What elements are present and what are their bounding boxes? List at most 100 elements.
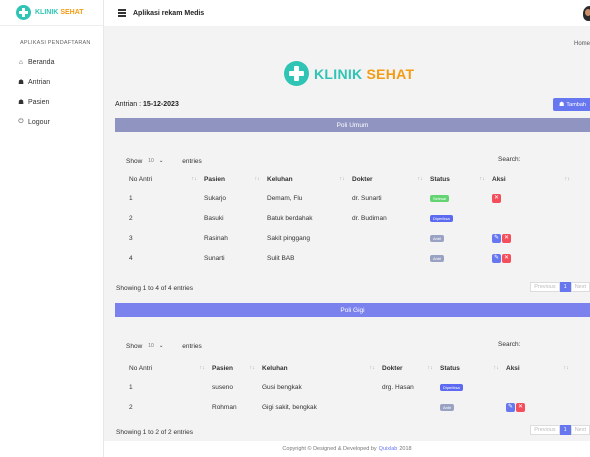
table-row: 4 Sunarti Sulit BAB Antri ✎ ✕ bbox=[126, 248, 574, 268]
footer-copyright: Copyright © Designed & Developed by bbox=[282, 446, 377, 452]
delete-button[interactable]: ✕ bbox=[516, 402, 525, 412]
cell-keluhan: Batuk berdahak bbox=[267, 214, 313, 222]
cell-keluhan: Demam, Flu bbox=[267, 194, 303, 202]
poli-umum-table: No Antri ↑↓ Pasien ↑↓ Keluhan ↑↓ Dokter ↑↓ S… bbox=[126, 171, 574, 268]
col-keluhan[interactable]: Keluhan ↑↓ bbox=[259, 360, 379, 377]
cell-pasien: Basuki bbox=[204, 214, 224, 222]
footer-link[interactable]: Quixlab bbox=[379, 446, 398, 452]
gigi-length-select[interactable]: 10 ⌄ bbox=[145, 341, 179, 351]
tambah-button[interactable]: ☗ Tambah bbox=[553, 98, 590, 111]
cell-aksi: ✕ bbox=[489, 188, 574, 208]
main-content: Home KLINIK SEHAT Antrian : 15-12-2023 ☗… bbox=[104, 26, 590, 441]
pagination-previous[interactable]: Previous bbox=[530, 282, 560, 292]
delete-button[interactable]: ✕ bbox=[502, 253, 511, 263]
cell-dokter: drg. Hasan bbox=[382, 383, 414, 391]
status-badge: Antri bbox=[440, 403, 455, 411]
sidebar-item-label: Logour bbox=[28, 118, 50, 126]
logo-sehat: SEHAT bbox=[366, 65, 415, 82]
header-label: No Antri bbox=[129, 176, 153, 183]
user-avatar[interactable] bbox=[583, 6, 590, 21]
col-keluhan[interactable]: Keluhan ↑↓ bbox=[264, 171, 349, 188]
sort-icon: ↑↓ bbox=[417, 176, 424, 182]
col-no-antri[interactable]: No Antri ↑↓ bbox=[126, 360, 209, 377]
cell-pasien: Sunarti bbox=[204, 254, 225, 262]
edit-button[interactable]: ✎ bbox=[492, 253, 501, 263]
antrian-date: Antrian : 15-12-2023 bbox=[115, 101, 179, 108]
pagination-page-1[interactable]: 1 bbox=[559, 282, 571, 292]
footer-year: 2018 bbox=[399, 446, 412, 452]
delete-button[interactable]: ✕ bbox=[492, 193, 501, 203]
col-aksi[interactable]: Aksi ↑↓ bbox=[489, 171, 574, 188]
sort-icon: ↑↓ bbox=[199, 365, 206, 371]
edit-button[interactable]: ✎ bbox=[506, 402, 515, 412]
cell-dokter: dr. Budiman bbox=[352, 214, 387, 222]
col-status[interactable]: Status ↑↓ bbox=[427, 171, 489, 188]
cell-pasien: Rasinah bbox=[204, 234, 228, 242]
cell-status: Selesai bbox=[427, 188, 489, 208]
col-pasien[interactable]: Pasien ↑↓ bbox=[209, 360, 259, 377]
table-header-row: No Antri ↑↓ Pasien ↑↓ Keluhan ↑↓ Dokter ↑↓ S… bbox=[126, 171, 574, 188]
sidebar-nav: ⌂ Beranda ☗ Antrian ☗ Pasien ⏻ Logour bbox=[0, 46, 103, 132]
gigi-length-control: Show 10 ⌄ entries bbox=[126, 341, 202, 351]
sidebar-item-antrian[interactable]: ☗ Antrian bbox=[0, 72, 103, 92]
col-no-antri[interactable]: No Antri ↑↓ bbox=[126, 171, 201, 188]
cell-keluhan: Sulit BAB bbox=[267, 254, 295, 262]
col-dokter[interactable]: Dokter ↑↓ bbox=[349, 171, 427, 188]
pagination-page-1[interactable]: 1 bbox=[559, 425, 571, 435]
sort-icon: ↑↓ bbox=[563, 365, 570, 371]
brand[interactable]: KLINIK SEHAT bbox=[0, 0, 103, 26]
cell-keluhan: Sakit pinggang bbox=[267, 234, 311, 242]
status-badge: Diperiksa bbox=[440, 383, 463, 391]
users-icon: ☗ bbox=[18, 79, 24, 86]
sort-icon: ↑↓ bbox=[191, 176, 198, 182]
pagination-next[interactable]: Next bbox=[570, 425, 590, 435]
cell-pasien: Sukarjo bbox=[204, 194, 227, 202]
status-badge: Selesai bbox=[430, 194, 450, 202]
sort-icon: ↑↓ bbox=[427, 365, 434, 371]
col-status[interactable]: Status ↑↓ bbox=[437, 360, 503, 377]
cell-aksi bbox=[489, 208, 574, 228]
sidebar-item-label: Antrian bbox=[28, 78, 51, 86]
add-user-icon: ☗ bbox=[559, 102, 565, 108]
topbar: Aplikasi rekam Medis bbox=[104, 0, 590, 26]
cell-no: 2 bbox=[129, 403, 133, 411]
sidebar-item-label: Pasien bbox=[28, 98, 50, 106]
sidebar-item-beranda[interactable]: ⌂ Beranda bbox=[0, 52, 103, 72]
users-icon: ☗ bbox=[18, 99, 24, 106]
header-label: Keluhan bbox=[267, 176, 293, 183]
header-label: Pasien bbox=[212, 365, 233, 372]
umum-search-label: Search: bbox=[498, 156, 521, 163]
entries-label: entries bbox=[182, 342, 202, 350]
breadcrumb[interactable]: Home bbox=[574, 41, 590, 47]
col-aksi[interactable]: Aksi ↑↓ bbox=[503, 360, 573, 377]
sidebar-item-logout[interactable]: ⏻ Logour bbox=[0, 112, 103, 132]
sort-icon: ↑↓ bbox=[564, 176, 571, 182]
col-dokter[interactable]: Dokter ↑↓ bbox=[379, 360, 437, 377]
logo-klinik: KLINIK bbox=[314, 65, 363, 82]
header-label: Status bbox=[440, 365, 460, 372]
chevron-down-icon: ⌄ bbox=[158, 158, 164, 164]
sidebar-item-pasien[interactable]: ☗ Pasien bbox=[0, 92, 103, 112]
cell-status: Diperiksa bbox=[437, 377, 503, 397]
table-row: 3 Rasinah Sakit pinggang Antri ✎ ✕ bbox=[126, 228, 574, 248]
cell-keluhan: Gigi sakit, bengkak bbox=[262, 403, 317, 411]
sort-icon: ↑↓ bbox=[479, 176, 486, 182]
edit-button[interactable]: ✎ bbox=[492, 233, 501, 243]
sort-icon: ↑↓ bbox=[339, 176, 346, 182]
hamburger-menu-icon[interactable] bbox=[118, 8, 126, 19]
sidebar-item-label: Beranda bbox=[28, 58, 55, 66]
umum-length-select[interactable]: 10 ⌄ bbox=[145, 156, 179, 166]
sort-icon: ↑↓ bbox=[493, 365, 500, 371]
umum-pagination: Previous 1 Next bbox=[530, 282, 590, 292]
pagination-next[interactable]: Next bbox=[570, 282, 590, 292]
header-label: Dokter bbox=[352, 176, 373, 183]
cell-no: 2 bbox=[129, 214, 133, 222]
header-label: Aksi bbox=[506, 365, 520, 372]
col-pasien[interactable]: Pasien ↑↓ bbox=[201, 171, 264, 188]
brand-sehat: SEHAT bbox=[60, 9, 84, 16]
sort-icon: ↑↓ bbox=[369, 365, 376, 371]
pagination-previous[interactable]: Previous bbox=[530, 425, 560, 435]
show-label: Show bbox=[126, 157, 143, 165]
delete-button[interactable]: ✕ bbox=[502, 233, 511, 243]
status-badge: Antri bbox=[430, 254, 445, 262]
